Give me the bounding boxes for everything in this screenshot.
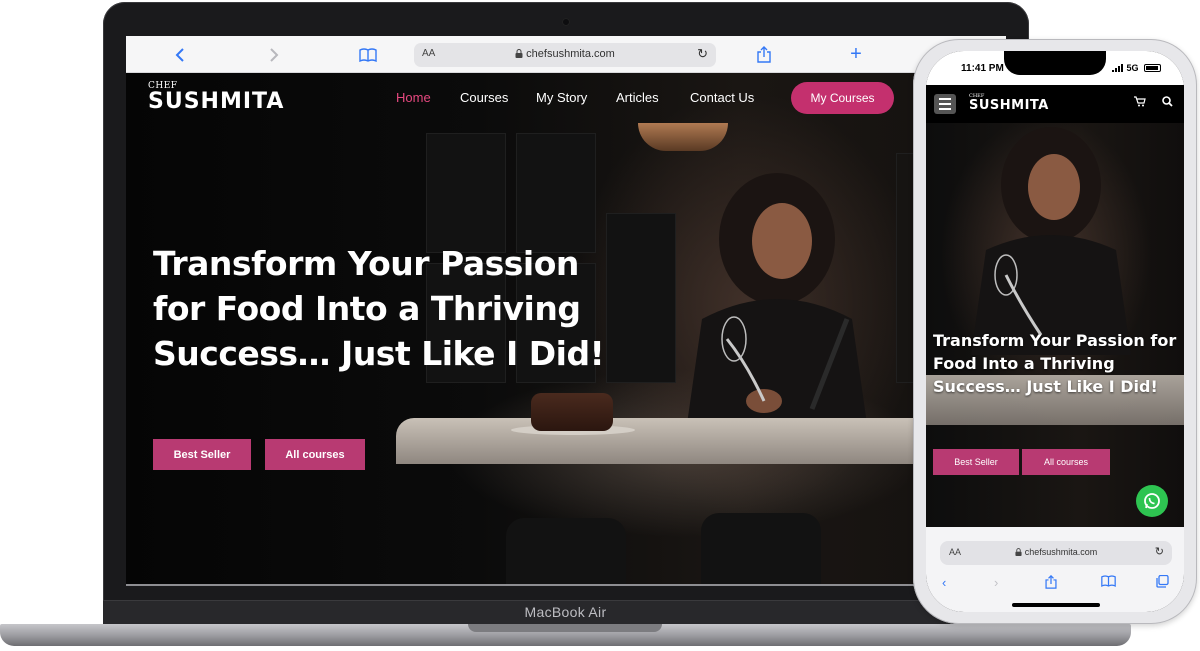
best-seller-button[interactable]: Best Seller xyxy=(933,449,1019,475)
lock-icon xyxy=(1015,548,1022,556)
nav-courses[interactable]: Courses xyxy=(460,90,508,105)
url-text: chefsushmita.com xyxy=(526,48,615,60)
address-bar[interactable]: AA chefsushmita.com ↻ xyxy=(940,541,1172,565)
battery-icon xyxy=(1144,64,1161,72)
nav-home[interactable]: Home xyxy=(396,90,431,105)
kitchen-cabinet xyxy=(606,213,676,383)
status-time: 11:41 PM xyxy=(961,63,1004,74)
cellular-network: 5G xyxy=(1112,63,1139,73)
divider xyxy=(126,584,1006,586)
nav-contact-us[interactable]: Contact Us xyxy=(690,90,754,105)
reload-icon[interactable]: ↻ xyxy=(1155,545,1164,558)
chevron-left-icon[interactable]: ‹ xyxy=(942,575,946,590)
website-hero: CHEF SUSHMITA Home Courses My Story Arti… xyxy=(126,73,1006,586)
plus-icon[interactable]: + xyxy=(844,36,868,73)
hero-title: Transform Your Passion for Food Into a T… xyxy=(933,331,1177,396)
chef-photo-mobile xyxy=(971,127,1131,355)
laptop-opening-notch xyxy=(468,624,662,632)
nav-articles[interactable]: Articles xyxy=(616,90,659,105)
laptop-camera xyxy=(562,18,570,26)
device-mockup: MacBook Air AA chefsushmita.com ↻ + CHEF… xyxy=(0,0,1200,651)
phone-notch xyxy=(1004,51,1106,75)
chevron-left-icon[interactable] xyxy=(168,36,192,73)
best-seller-button[interactable]: Best Seller xyxy=(153,439,251,470)
hero-title: Transform Your Passion for Food Into a T… xyxy=(153,244,605,373)
kitchen-cabinet xyxy=(516,133,596,253)
all-courses-button[interactable]: All courses xyxy=(265,439,365,470)
laptop-screen: AA chefsushmita.com ↻ + CHEF SUSHMITA Ho… xyxy=(126,36,1006,586)
share-icon[interactable] xyxy=(1045,574,1057,592)
address-bar[interactable]: AA chefsushmita.com ↻ xyxy=(414,43,716,67)
whatsapp-icon[interactable] xyxy=(1136,485,1168,517)
lock-icon xyxy=(515,49,523,58)
chef-photo xyxy=(682,173,872,459)
network-label: 5G xyxy=(1126,63,1139,73)
mobile-browser-bar: AA chefsushmita.com ↻ ‹ › xyxy=(926,527,1184,612)
kitchen-cabinet xyxy=(426,133,506,253)
home-indicator[interactable] xyxy=(1012,603,1100,607)
bar-chair xyxy=(506,518,626,586)
all-courses-button[interactable]: All courses xyxy=(1022,449,1110,475)
book-icon[interactable] xyxy=(356,36,380,73)
site-logo[interactable]: SUSHMITA xyxy=(969,98,1049,113)
phone-screen: 11:41 PM 5G CHEF SUSHMITA Transform Your… xyxy=(926,51,1184,612)
chevron-right-icon[interactable]: › xyxy=(994,575,998,590)
nav-my-story[interactable]: My Story xyxy=(536,90,587,105)
browser-toolbar: AA chefsushmita.com ↻ + xyxy=(126,36,1006,73)
chocolate-cake xyxy=(531,393,613,431)
book-icon[interactable] xyxy=(1101,575,1116,590)
share-icon[interactable] xyxy=(752,36,776,73)
chevron-right-icon[interactable] xyxy=(262,36,286,73)
reload-icon[interactable]: ↻ xyxy=(697,46,708,62)
signal-icon xyxy=(1112,64,1123,72)
my-courses-button[interactable]: My Courses xyxy=(791,82,894,114)
hamburger-menu-icon[interactable] xyxy=(934,94,956,114)
mobile-header: CHEF SUSHMITA xyxy=(926,85,1184,123)
cart-icon[interactable] xyxy=(1134,96,1146,110)
search-icon[interactable] xyxy=(1162,96,1173,110)
tabs-icon[interactable] xyxy=(1156,574,1169,591)
url-text: chefsushmita.com xyxy=(1024,547,1098,557)
bar-chair xyxy=(701,513,821,586)
site-logo[interactable]: SUSHMITA xyxy=(148,89,284,114)
site-header: CHEF SUSHMITA Home Courses My Story Arti… xyxy=(126,73,1006,129)
mobile-website-hero: CHEF SUSHMITA Transform Your Passion for… xyxy=(926,85,1184,527)
